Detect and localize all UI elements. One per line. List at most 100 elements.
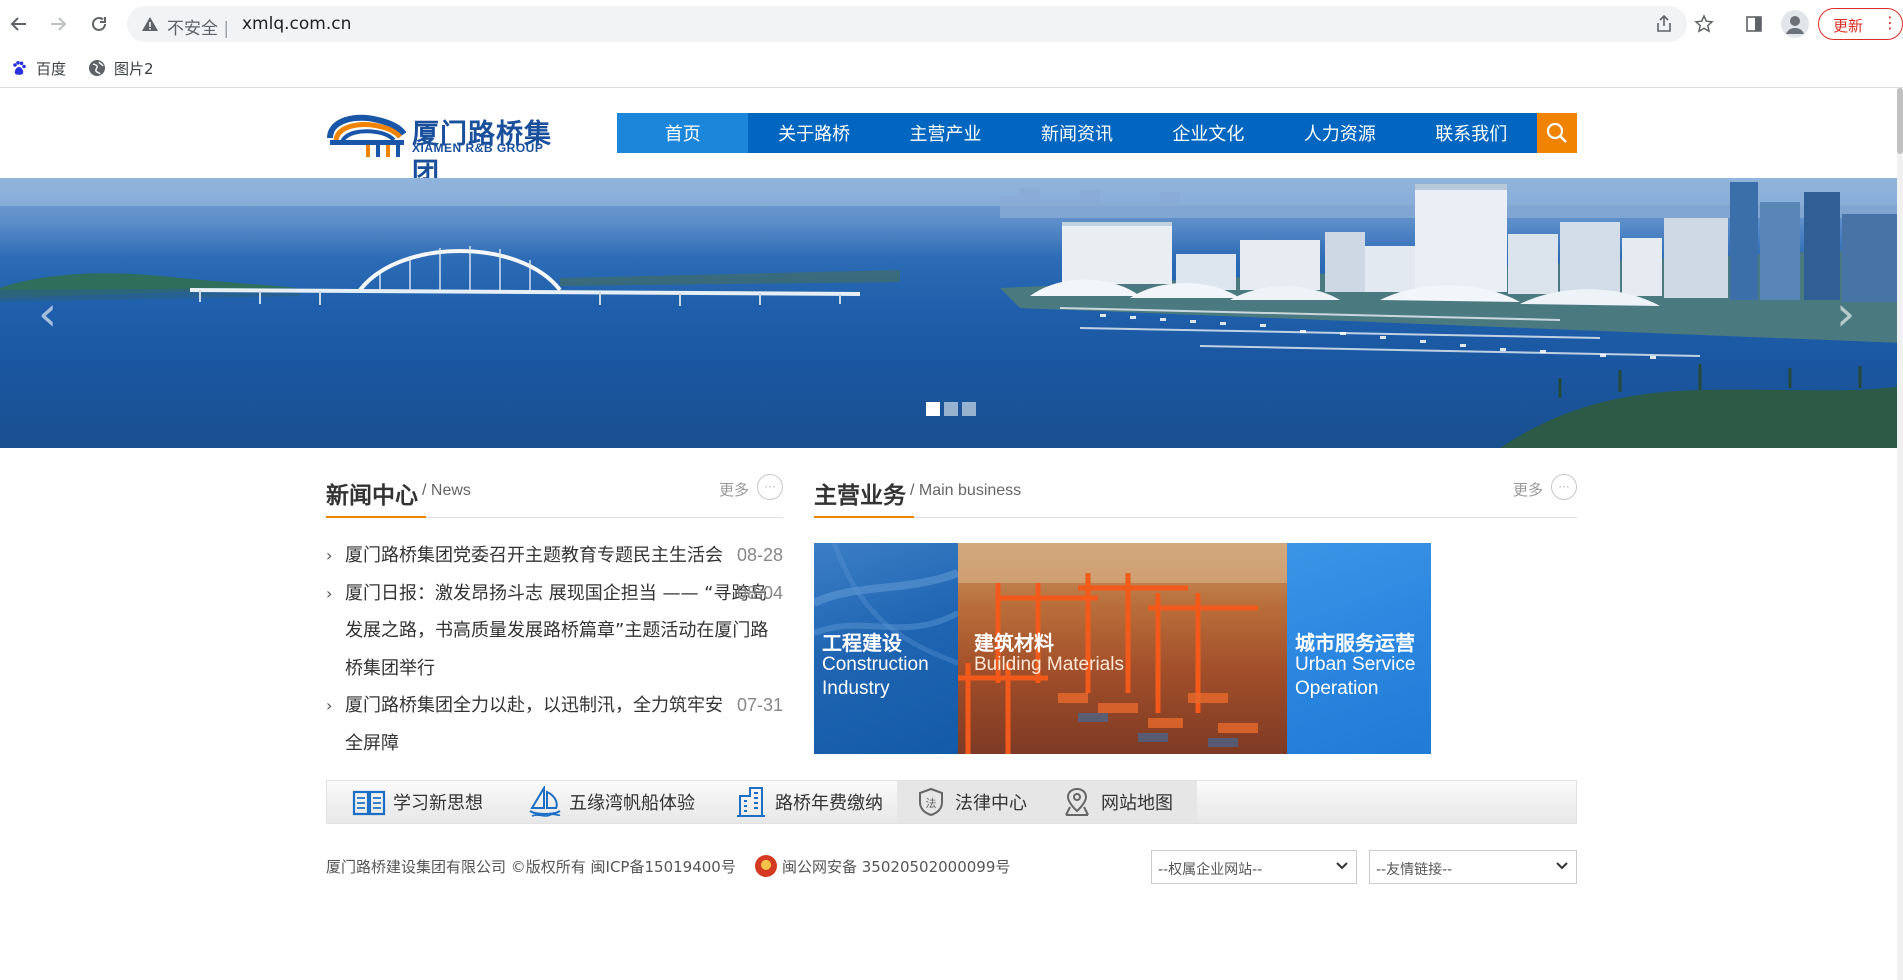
star-icon[interactable] xyxy=(1693,13,1715,35)
nav-contact[interactable]: 联系我们 xyxy=(1406,113,1537,153)
nav-about[interactable]: 关于路桥 xyxy=(748,113,879,153)
tile-title-en: Urban Service Operation xyxy=(1295,654,1416,699)
news-title: 新闻中心 xyxy=(326,483,418,509)
footer-police-record[interactable]: 闽公网安备 35020502000099号 xyxy=(782,856,1010,877)
tile-title-en: Building Materials xyxy=(974,654,1124,675)
news-item-date: 08-04 xyxy=(736,582,783,603)
quick-links-bar: 学习新思想 五缘湾帆船体验 路桥年费缴纳 法 法律中心 网站地图 xyxy=(326,780,1577,824)
building-icon xyxy=(733,786,769,818)
title-underline xyxy=(326,516,426,518)
news-item[interactable]: › 厦门路桥集团全力以赴，以迅制汛，全力筑牢安全屏障 07-31 xyxy=(326,687,783,762)
nav-culture[interactable]: 企业文化 xyxy=(1143,113,1274,153)
news-item[interactable]: › 厦门日报：激发昂扬斗志 展现国企担当 —— “寻跨岛发展之路，书高质量发展路… xyxy=(326,575,783,688)
quicklink-annual-fee[interactable]: 路桥年费缴纳 xyxy=(733,781,903,823)
forward-icon[interactable] xyxy=(45,11,71,37)
share-icon[interactable] xyxy=(1653,13,1675,35)
scrollbar-thumb[interactable] xyxy=(1897,88,1903,154)
news-list: › 厦门路桥集团党委召开主题教育专题民主生活会 08-28 › 厦门日报：激发昂… xyxy=(326,537,783,762)
profile-avatar[interactable] xyxy=(1781,10,1809,38)
quicklink-sitemap[interactable]: 网站地图 xyxy=(1047,781,1197,823)
business-subtitle: / Main business xyxy=(910,482,1022,499)
subsidiary-sites-select[interactable]: --权属企业网站-- xyxy=(1151,850,1357,884)
tile-title-cn: 工程建设 xyxy=(822,631,902,655)
more-dots-icon[interactable]: ··· xyxy=(1551,474,1577,500)
update-button[interactable]: 更新 ⋮ xyxy=(1818,8,1903,40)
business-tile-urban-service[interactable]: 城市服务运营 Urban Service Operation xyxy=(1287,543,1431,754)
quicklink-label: 学习新思想 xyxy=(393,793,483,814)
news-item-date: 07-31 xyxy=(736,695,783,715)
tile-title-cn: 城市服务运营 xyxy=(1295,631,1415,655)
bookmark-baidu[interactable]: 百度 xyxy=(10,57,66,79)
select-value: --权属企业网站-- xyxy=(1158,862,1263,878)
open-book-icon xyxy=(351,786,387,818)
business-tile-materials[interactable]: 建筑材料 Building Materials xyxy=(958,543,1287,754)
chevron-right-icon: › xyxy=(326,546,333,565)
chevron-down-icon xyxy=(1336,862,1348,870)
bookmark-label: 百度 xyxy=(36,59,67,78)
browser-toolbar: 不安全 | xmlq.com.cn 更新 ⋮ xyxy=(0,0,1903,48)
bookmark-label: 图片2 xyxy=(114,59,154,78)
address-bar[interactable]: 不安全 | xmlq.com.cn xyxy=(127,6,1714,42)
side-panel-icon[interactable] xyxy=(1741,11,1767,37)
nav-industries[interactable]: 主营产业 xyxy=(880,113,1011,153)
chevron-right-icon: › xyxy=(326,696,333,715)
friendly-links-select[interactable]: --友情链接-- xyxy=(1369,850,1577,884)
banner-next-arrow[interactable]: › xyxy=(1836,290,1855,338)
business-tile-construction[interactable]: 工程建设 Construction Industry xyxy=(814,543,958,754)
tile-title-cn: 建筑材料 xyxy=(974,631,1054,655)
search-button[interactable] xyxy=(1537,113,1577,153)
quicklink-sailing[interactable]: 五缘湾帆船体验 xyxy=(527,781,727,823)
nav-hr[interactable]: 人力资源 xyxy=(1274,113,1405,153)
quicklink-law[interactable]: 法 法律中心 xyxy=(897,781,1047,823)
reload-icon[interactable] xyxy=(86,11,112,37)
quicklink-study[interactable]: 学习新思想 xyxy=(351,781,521,823)
business-title: 主营业务 xyxy=(814,483,906,509)
news-item-title[interactable]: 厦门路桥集团全力以赴，以迅制汛，全力筑牢安全屏障 xyxy=(345,695,723,754)
scrollbar[interactable] xyxy=(1897,88,1903,980)
quicklink-label: 网站地图 xyxy=(1101,793,1173,814)
logo-english-name: XIAMEN R&B GROUP xyxy=(412,141,544,155)
more-dots-icon[interactable]: ··· xyxy=(757,474,783,500)
back-icon[interactable] xyxy=(6,11,32,37)
security-label: 不安全 | xyxy=(167,19,230,39)
news-item-title[interactable]: 厦门日报：激发昂扬斗志 展现国企担当 —— “寻跨岛发展之路，书高质量发展路桥篇… xyxy=(345,575,783,688)
banner-pagination xyxy=(926,402,976,416)
nav-home[interactable]: 首页 xyxy=(617,113,749,153)
nav-news[interactable]: 新闻资讯 xyxy=(1011,113,1142,153)
footer-copyright[interactable]: 厦门路桥建设集团有限公司 ©版权所有 闽ICP备15019400号 xyxy=(326,856,736,877)
baidu-paw-icon xyxy=(10,59,28,77)
bookmarks-bar: 百度 图片2 xyxy=(0,48,1903,88)
chevron-down-icon xyxy=(1556,862,1568,870)
news-item-date: 08-28 xyxy=(736,545,783,565)
business-section-header: 主营业务 / Main business 更多 ··· xyxy=(814,472,1577,518)
banner-prev-arrow[interactable]: ‹ xyxy=(38,290,57,338)
warning-icon[interactable] xyxy=(141,15,159,33)
quicklink-label: 五缘湾帆船体验 xyxy=(569,793,695,814)
news-item[interactable]: › 厦门路桥集团党委召开主题教育专题民主生活会 08-28 xyxy=(326,537,783,575)
business-more-link[interactable]: 更多 xyxy=(1513,479,1543,500)
news-section-header: 新闻中心 / News 更多 ··· xyxy=(326,472,783,518)
news-more-link[interactable]: 更多 xyxy=(719,479,749,500)
banner-dot[interactable] xyxy=(926,402,940,416)
news-subtitle: / News xyxy=(422,482,471,499)
quicklink-label: 路桥年费缴纳 xyxy=(775,793,883,814)
logo-mark-icon xyxy=(327,114,406,157)
banner-dot[interactable] xyxy=(944,402,958,416)
title-underline xyxy=(814,516,914,518)
chevron-right-icon: › xyxy=(326,583,333,603)
quicklink-label: 法律中心 xyxy=(955,793,1027,814)
map-pin-icon xyxy=(1059,786,1095,818)
more-menu-icon[interactable]: ⋮ xyxy=(1882,13,1898,32)
site-logo[interactable]: 厦门路桥集团 XIAMEN R&B GROUP xyxy=(326,110,566,189)
law-shield-icon: 法 xyxy=(913,786,949,818)
police-badge-icon xyxy=(755,855,777,877)
globe-icon xyxy=(88,59,106,77)
search-icon xyxy=(1546,122,1567,143)
bookmark-images2[interactable]: 图片2 xyxy=(88,57,154,79)
sailboat-icon xyxy=(527,786,563,818)
tile-title-en: Construction Industry xyxy=(822,654,929,699)
select-value: --友情链接-- xyxy=(1376,862,1453,878)
url-text[interactable]: xmlq.com.cn xyxy=(242,14,351,34)
news-item-title[interactable]: 厦门路桥集团党委召开主题教育专题民主生活会 xyxy=(345,545,723,566)
banner-dot[interactable] xyxy=(962,402,976,416)
